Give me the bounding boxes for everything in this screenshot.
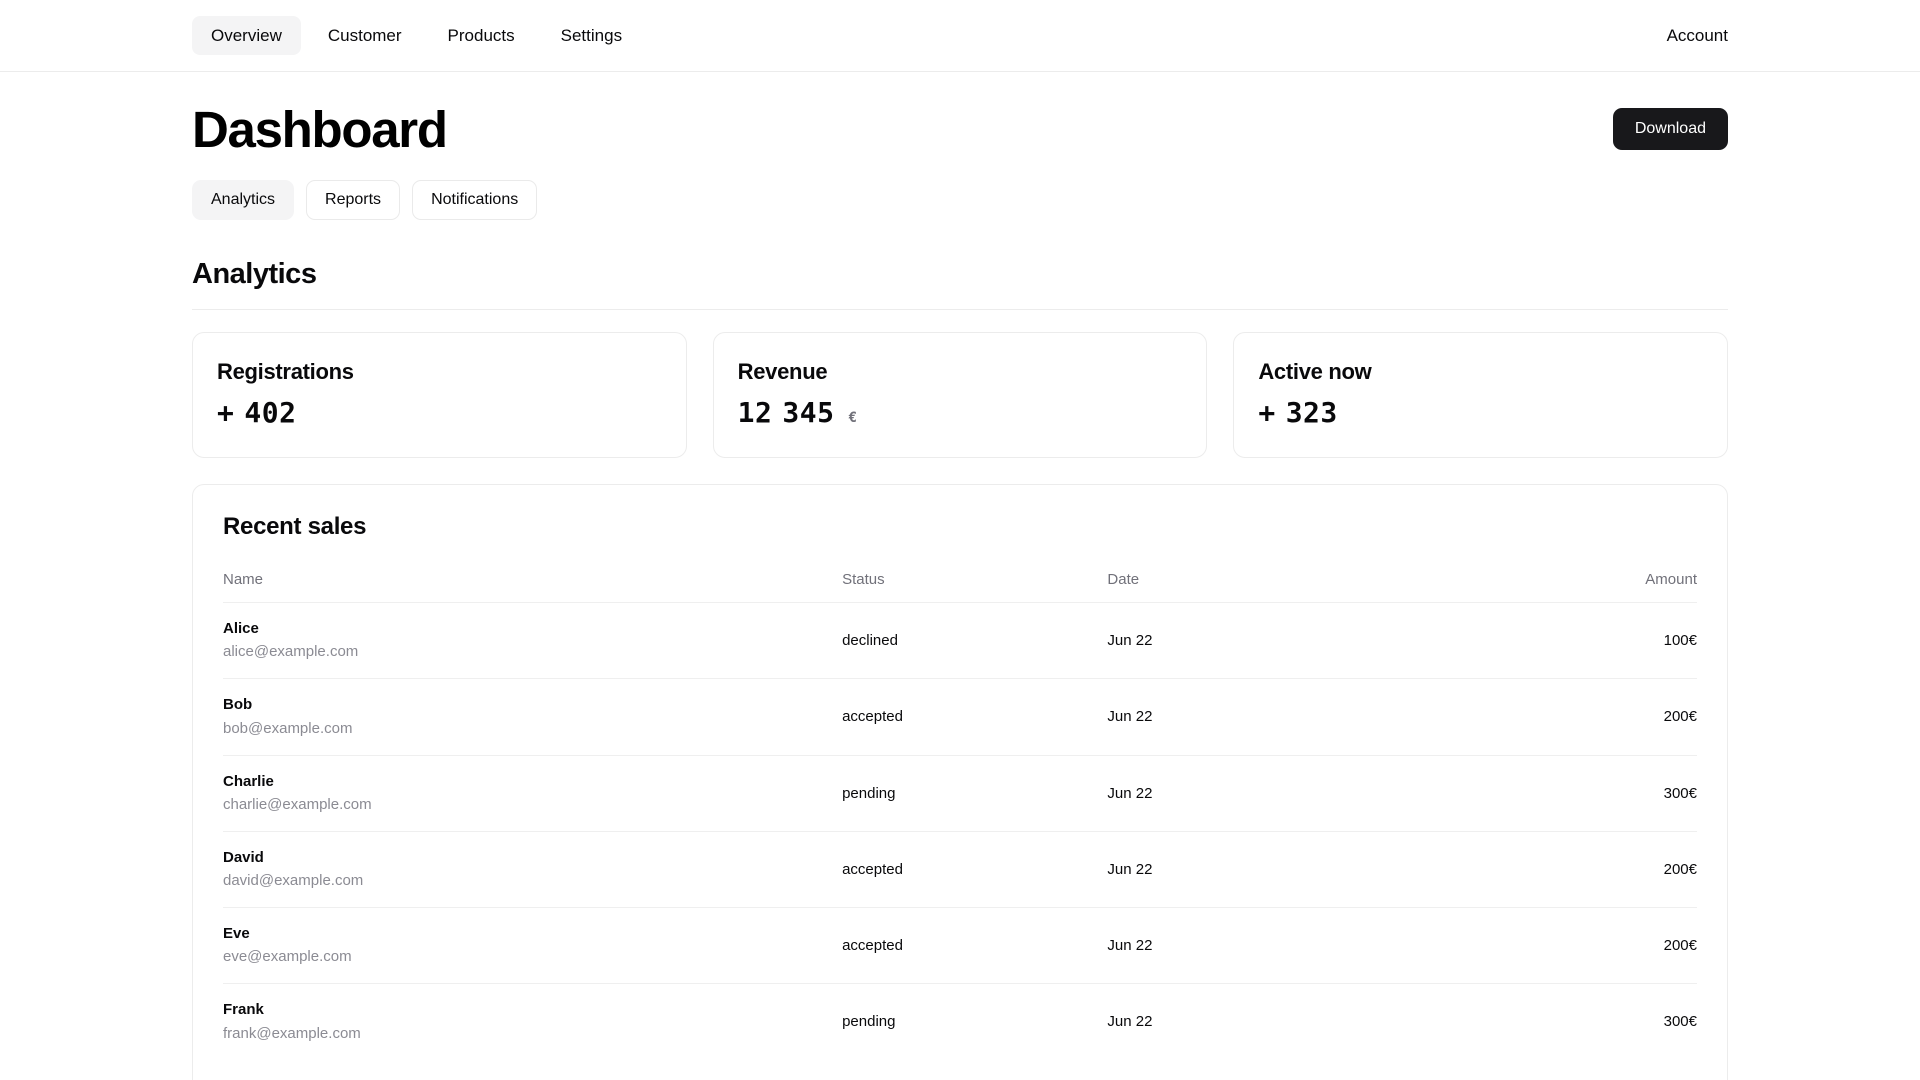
page-header: Dashboard Download [192, 72, 1728, 158]
stat-value-prefix: + [217, 396, 235, 430]
page-title: Dashboard [192, 100, 448, 158]
cell-amount: 200€ [1387, 907, 1697, 985]
customer-email: eve@example.com [223, 948, 352, 966]
stat-card-value: 12 345 € [738, 399, 1183, 427]
cell-status: accepted [842, 831, 1108, 909]
cell-status: accepted [842, 907, 1108, 985]
column-header-name: Name [223, 563, 843, 603]
table-row[interactable]: Eve eve@example.com accepted Jun 22 200€ [223, 907, 1697, 985]
customer-name: Charlie [223, 772, 274, 790]
analytics-section-title: Analytics [192, 258, 1728, 310]
table-row[interactable]: Charlie charlie@example.com pending Jun … [223, 755, 1697, 832]
stat-value-unit: € [848, 410, 858, 427]
stat-card-title: Registrations [217, 359, 354, 384]
stat-card-grid: Registrations + 402 Revenue 12 345 € Act… [192, 332, 1728, 458]
cell-date: Jun 22 [1107, 755, 1388, 832]
table-header-row: Name Status Date Amount [223, 563, 1697, 603]
customer-email: bob@example.com [223, 719, 353, 737]
stat-card-value: + 402 [217, 399, 662, 427]
customer-name: David [223, 848, 264, 866]
customer-email: charlie@example.com [223, 795, 372, 813]
stat-value-prefix: + [1258, 396, 1276, 430]
column-header-status: Status [842, 563, 1108, 603]
customer-email: alice@example.com [223, 643, 359, 661]
cell-date: Jun 22 [1107, 678, 1388, 756]
customer-email: frank@example.com [223, 1024, 361, 1042]
stat-card-active-now: Active now + 323 [1233, 332, 1728, 458]
table-row[interactable]: David david@example.com accepted Jun 22 … [223, 831, 1697, 909]
cell-status: declined [842, 602, 1108, 680]
cell-date: Jun 22 [1107, 602, 1388, 680]
cell-date: Jun 22 [1107, 1013, 1153, 1031]
cell-customer: David david@example.com [223, 831, 843, 909]
cell-customer: Frank frank@example.com [223, 984, 842, 1060]
stat-value-number: 323 [1285, 396, 1338, 430]
column-header-date: Date [1107, 563, 1388, 603]
table-head: Name Status Date Amount [223, 563, 1697, 603]
stat-card-title: Active now [1258, 359, 1372, 384]
nav-item-customer[interactable]: Customer [309, 16, 421, 55]
tab-reports[interactable]: Reports [306, 180, 401, 220]
table-row[interactable]: Alice alice@example.com declined Jun 22 … [223, 602, 1697, 680]
tab-analytics[interactable]: Analytics [192, 180, 295, 220]
customer-name: Frank [223, 1001, 264, 1019]
cell-amount: 100€ [1387, 602, 1697, 680]
cell-amount: 200€ [1387, 831, 1697, 909]
cell-status: pending [842, 1013, 896, 1031]
download-button[interactable]: Download [1612, 108, 1728, 150]
cell-amount: 300€ [1663, 1013, 1697, 1031]
cell-amount: 300€ [1387, 755, 1697, 832]
table-row[interactable]: Bob bob@example.com accepted Jun 22 200€ [223, 678, 1697, 756]
nav-item-overview[interactable]: Overview [192, 16, 301, 55]
stat-card-value: + 323 [1258, 399, 1703, 427]
stat-card-revenue: Revenue 12 345 € [712, 332, 1208, 458]
cell-customer: Eve eve@example.com [223, 907, 843, 985]
stat-value-number: 402 [244, 396, 297, 430]
cell-date: Jun 22 [1107, 831, 1388, 909]
secondary-tabs: Analytics Reports Notifications [192, 180, 1728, 220]
cell-customer: Charlie charlie@example.com [223, 755, 843, 832]
customer-email: david@example.com [223, 872, 364, 889]
cell-date: Jun 22 [1107, 907, 1388, 985]
main-content: Dashboard Download Analytics Reports Not… [0, 72, 1920, 1080]
tab-notifications[interactable]: Notifications [412, 180, 538, 220]
cell-customer: Bob bob@example.com [223, 678, 843, 756]
cell-status: accepted [842, 678, 1108, 756]
nav-item-settings[interactable]: Settings [542, 16, 641, 55]
cell-customer: Alice alice@example.com [223, 602, 843, 680]
stat-value-number: 345 [782, 396, 835, 430]
recent-sales-table: Name Status Date Amount Alice alice@exam… [223, 563, 1697, 1060]
top-navigation-bar: Overview Customer Products Settings Acco… [0, 0, 1920, 72]
stat-card-title: Revenue [737, 359, 828, 384]
customer-name: Alice [223, 620, 259, 637]
table-body: Alice alice@example.com declined Jun 22 … [223, 602, 1697, 1060]
recent-sales-panel: Recent sales Name Status Date Amount Ali… [192, 484, 1728, 1080]
nav-item-products[interactable]: Products [429, 16, 534, 55]
cell-amount: 200€ [1387, 678, 1697, 756]
stat-card-registrations: Registrations + 402 [192, 332, 687, 458]
stat-value-prefix: 12 [737, 396, 773, 430]
table-row[interactable]: Frank frank@example.com pending Jun 22 3… [223, 984, 1697, 1060]
column-header-amount: Amount [1387, 563, 1697, 603]
account-menu[interactable]: Account [1667, 26, 1728, 46]
cell-status: pending [842, 755, 1108, 832]
customer-name: Bob [223, 696, 253, 714]
customer-name: Eve [223, 925, 250, 942]
dashboard-page: Overview Customer Products Settings Acco… [0, 0, 1920, 1080]
recent-sales-title: Recent sales [223, 513, 367, 540]
primary-nav: Overview Customer Products Settings [192, 16, 641, 55]
